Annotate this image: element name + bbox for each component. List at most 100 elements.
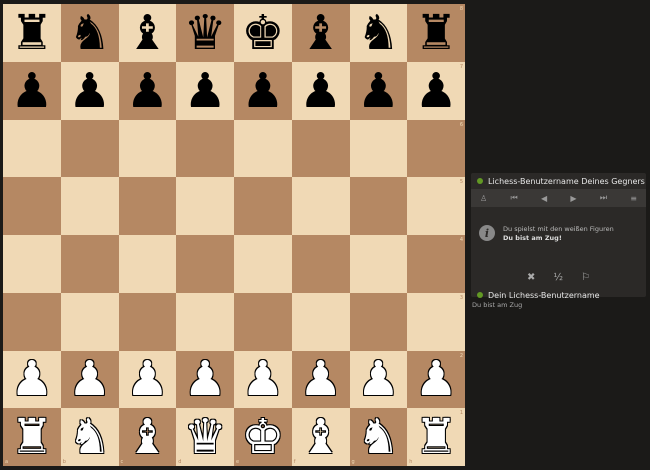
white-pawn-icon[interactable]: ♟ xyxy=(126,355,169,403)
square-c8[interactable]: ♝ xyxy=(118,4,177,62)
square-g7[interactable]: ♟ xyxy=(349,61,408,120)
white-bishop-icon[interactable]: ♝ xyxy=(299,413,342,461)
white-knight-icon[interactable]: ♞ xyxy=(68,413,111,461)
black-pawn-icon[interactable]: ♟ xyxy=(241,67,284,115)
white-pawn-icon[interactable]: ♟ xyxy=(184,355,227,403)
square-g5[interactable] xyxy=(349,177,408,235)
square-b4[interactable] xyxy=(60,235,119,293)
black-knight-icon[interactable]: ♞ xyxy=(357,9,400,57)
black-bishop-icon[interactable]: ♝ xyxy=(126,9,169,57)
black-pawn-icon[interactable]: ♟ xyxy=(10,67,53,115)
square-d1[interactable]: ♛ d xyxy=(176,408,234,466)
next-move-icon[interactable]: ▶ xyxy=(570,194,576,203)
square-a5[interactable] xyxy=(3,177,61,235)
square-c6[interactable] xyxy=(118,119,177,178)
white-rook-icon[interactable]: ♜ xyxy=(415,413,458,461)
black-rook-icon[interactable]: ♜ xyxy=(10,9,53,57)
square-c1[interactable]: ♝ c xyxy=(118,408,177,466)
square-b3[interactable] xyxy=(60,292,119,351)
square-f1[interactable]: ♝ f xyxy=(291,408,350,466)
square-e6[interactable] xyxy=(234,119,292,178)
black-rook-icon[interactable]: ♜ xyxy=(415,9,458,57)
square-g8[interactable]: ♞ xyxy=(349,4,408,62)
square-e5[interactable] xyxy=(234,177,292,235)
prev-move-icon[interactable]: ◀ xyxy=(541,194,547,203)
last-move-icon[interactable]: ⏭ xyxy=(600,193,607,203)
white-pawn-icon[interactable]: ♟ xyxy=(68,355,111,403)
square-f2[interactable]: ♟ xyxy=(291,350,350,409)
square-c2[interactable]: ♟ xyxy=(118,350,177,409)
flag-icon[interactable]: ⚐ xyxy=(581,272,590,283)
black-pawn-icon[interactable]: ♟ xyxy=(68,67,111,115)
square-b5[interactable] xyxy=(60,177,119,235)
square-b2[interactable]: ♟ xyxy=(60,350,119,409)
square-d3[interactable] xyxy=(176,292,234,351)
square-b7[interactable]: ♟ xyxy=(60,61,119,120)
white-queen-icon[interactable]: ♛ xyxy=(184,413,227,461)
square-c3[interactable] xyxy=(118,292,177,351)
square-b6[interactable] xyxy=(60,119,119,178)
square-f3[interactable] xyxy=(291,292,350,351)
chess-board[interactable]: ♜ ♞ ♝ ♛ ♚ ♝ ♞ ♜ 8 ♟ ♟ ♟ ♟ ♟ ♟ ♟ ♟ 7 6 5 4 3 ♟ ♟ ♟ ♟ ♟ ♟ ♟ ♟ 2 ♜ a ♞ b ♝ c ♛ d ♚… xyxy=(3,4,465,466)
square-h1[interactable]: ♜ 1 h xyxy=(407,408,465,466)
square-b8[interactable]: ♞ xyxy=(60,4,119,62)
square-c5[interactable] xyxy=(118,177,177,235)
offer-draw-button[interactable]: ½ xyxy=(553,272,563,283)
resign-button[interactable]: ✖ xyxy=(527,272,535,283)
white-rook-icon[interactable]: ♜ xyxy=(10,413,53,461)
square-g1[interactable]: ♞ g xyxy=(349,408,408,466)
square-e8[interactable]: ♚ xyxy=(234,4,292,62)
opponent-name[interactable]: Lichess-Benutzername Deines Gegners xyxy=(488,177,645,186)
square-d2[interactable]: ♟ xyxy=(176,350,234,409)
white-pawn-icon[interactable]: ♟ xyxy=(415,355,458,403)
square-h7[interactable]: ♟ 7 xyxy=(407,61,465,120)
square-b1[interactable]: ♞ b xyxy=(60,408,119,466)
square-a8[interactable]: ♜ xyxy=(3,4,61,62)
square-h3[interactable]: 3 xyxy=(407,292,465,351)
square-h8[interactable]: ♜ 8 xyxy=(407,4,465,62)
menu-icon[interactable]: ≡ xyxy=(630,194,637,203)
black-queen-icon[interactable]: ♛ xyxy=(184,9,227,57)
square-c7[interactable]: ♟ xyxy=(118,61,177,120)
black-king-icon[interactable]: ♚ xyxy=(241,9,284,57)
square-c4[interactable] xyxy=(118,235,177,293)
square-d6[interactable] xyxy=(176,119,234,178)
black-bishop-icon[interactable]: ♝ xyxy=(299,9,342,57)
first-move-icon[interactable]: ⏮ xyxy=(510,193,517,203)
square-f8[interactable]: ♝ xyxy=(291,4,350,62)
black-pawn-icon[interactable]: ♟ xyxy=(357,67,400,115)
white-king-icon[interactable]: ♚ xyxy=(241,413,284,461)
square-e7[interactable]: ♟ xyxy=(234,61,292,120)
square-h2[interactable]: ♟ 2 xyxy=(407,350,465,409)
white-pawn-icon[interactable]: ♟ xyxy=(10,355,53,403)
square-f4[interactable] xyxy=(291,235,350,293)
square-d7[interactable]: ♟ xyxy=(176,61,234,120)
black-pawn-icon[interactable]: ♟ xyxy=(299,67,342,115)
square-a2[interactable]: ♟ xyxy=(3,350,61,409)
player-name[interactable]: Dein Lichess-Benutzername xyxy=(488,291,600,300)
black-pawn-icon[interactable]: ♟ xyxy=(415,67,458,115)
square-f6[interactable] xyxy=(291,119,350,178)
flip-board-icon[interactable]: ♙ xyxy=(480,194,487,203)
square-d4[interactable] xyxy=(176,235,234,293)
square-g2[interactable]: ♟ xyxy=(349,350,408,409)
white-bishop-icon[interactable]: ♝ xyxy=(126,413,169,461)
square-e2[interactable]: ♟ xyxy=(234,350,292,409)
square-a6[interactable] xyxy=(3,119,61,178)
square-e3[interactable] xyxy=(234,292,292,351)
square-e4[interactable] xyxy=(234,235,292,293)
square-f7[interactable]: ♟ xyxy=(291,61,350,120)
square-g6[interactable] xyxy=(349,119,408,178)
square-a1[interactable]: ♜ a xyxy=(3,408,61,466)
square-h5[interactable]: 5 xyxy=(407,177,465,235)
square-g4[interactable] xyxy=(349,235,408,293)
square-e1[interactable]: ♚ e xyxy=(234,408,292,466)
white-pawn-icon[interactable]: ♟ xyxy=(299,355,342,403)
white-pawn-icon[interactable]: ♟ xyxy=(241,355,284,403)
black-pawn-icon[interactable]: ♟ xyxy=(126,67,169,115)
black-pawn-icon[interactable]: ♟ xyxy=(184,67,227,115)
square-f5[interactable] xyxy=(291,177,350,235)
square-h4[interactable]: 4 xyxy=(407,235,465,293)
square-a3[interactable] xyxy=(3,292,61,351)
square-d8[interactable]: ♛ xyxy=(176,4,234,62)
